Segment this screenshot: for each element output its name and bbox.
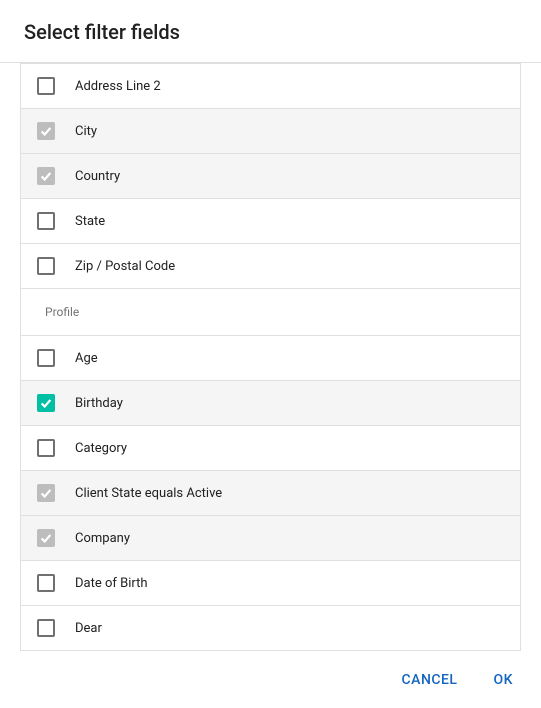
field-label: Company [75,531,504,546]
field-row[interactable]: Birthday [21,381,520,426]
checkbox-icon [37,167,55,185]
field-label: City [75,124,504,139]
dialog-footer: CANCEL OK [0,651,541,708]
dialog-title: Select filter fields [24,20,517,44]
field-label: State [75,214,504,229]
field-row[interactable]: Address Line 2 [21,64,520,109]
field-label: Zip / Postal Code [75,259,504,274]
checkbox-icon[interactable] [37,257,55,275]
field-label: Category [75,441,504,456]
checkbox-icon [37,529,55,547]
field-row[interactable]: Zip / Postal Code [21,244,520,289]
field-label: Country [75,169,504,184]
checkbox-icon[interactable] [37,349,55,367]
field-row: City [21,109,520,154]
checkbox-icon[interactable] [37,439,55,457]
field-label: Age [75,351,504,366]
field-list-scroll[interactable]: Address Line 2 City Country State Zip / Post… [0,62,541,651]
field-row: Client State equals Active [21,471,520,516]
checkbox-icon[interactable] [37,619,55,637]
dialog-header: Select filter fields [0,0,541,62]
field-list: Address Line 2 City Country State Zip / Post… [20,63,521,651]
field-label: Client State equals Active [75,486,504,501]
field-row[interactable]: Date of Birth [21,561,520,606]
section-header: Profile [21,289,520,336]
ok-button[interactable]: OK [490,666,518,694]
checkbox-icon [37,122,55,140]
field-row: Company [21,516,520,561]
field-row[interactable]: Category [21,426,520,471]
select-filter-fields-dialog: Select filter fields Address Line 2 City C… [0,0,541,708]
field-label: Date of Birth [75,576,504,591]
field-row[interactable]: State [21,199,520,244]
field-label: Address Line 2 [75,79,504,94]
checkbox-icon[interactable] [37,394,55,412]
checkbox-icon [37,484,55,502]
field-row[interactable]: Age [21,336,520,381]
checkbox-icon[interactable] [37,212,55,230]
field-label: Dear [75,621,504,636]
field-row: Country [21,154,520,199]
cancel-button[interactable]: CANCEL [398,666,462,694]
checkbox-icon[interactable] [37,77,55,95]
field-row[interactable]: Dear [21,606,520,651]
checkbox-icon[interactable] [37,574,55,592]
field-label: Birthday [75,396,504,411]
